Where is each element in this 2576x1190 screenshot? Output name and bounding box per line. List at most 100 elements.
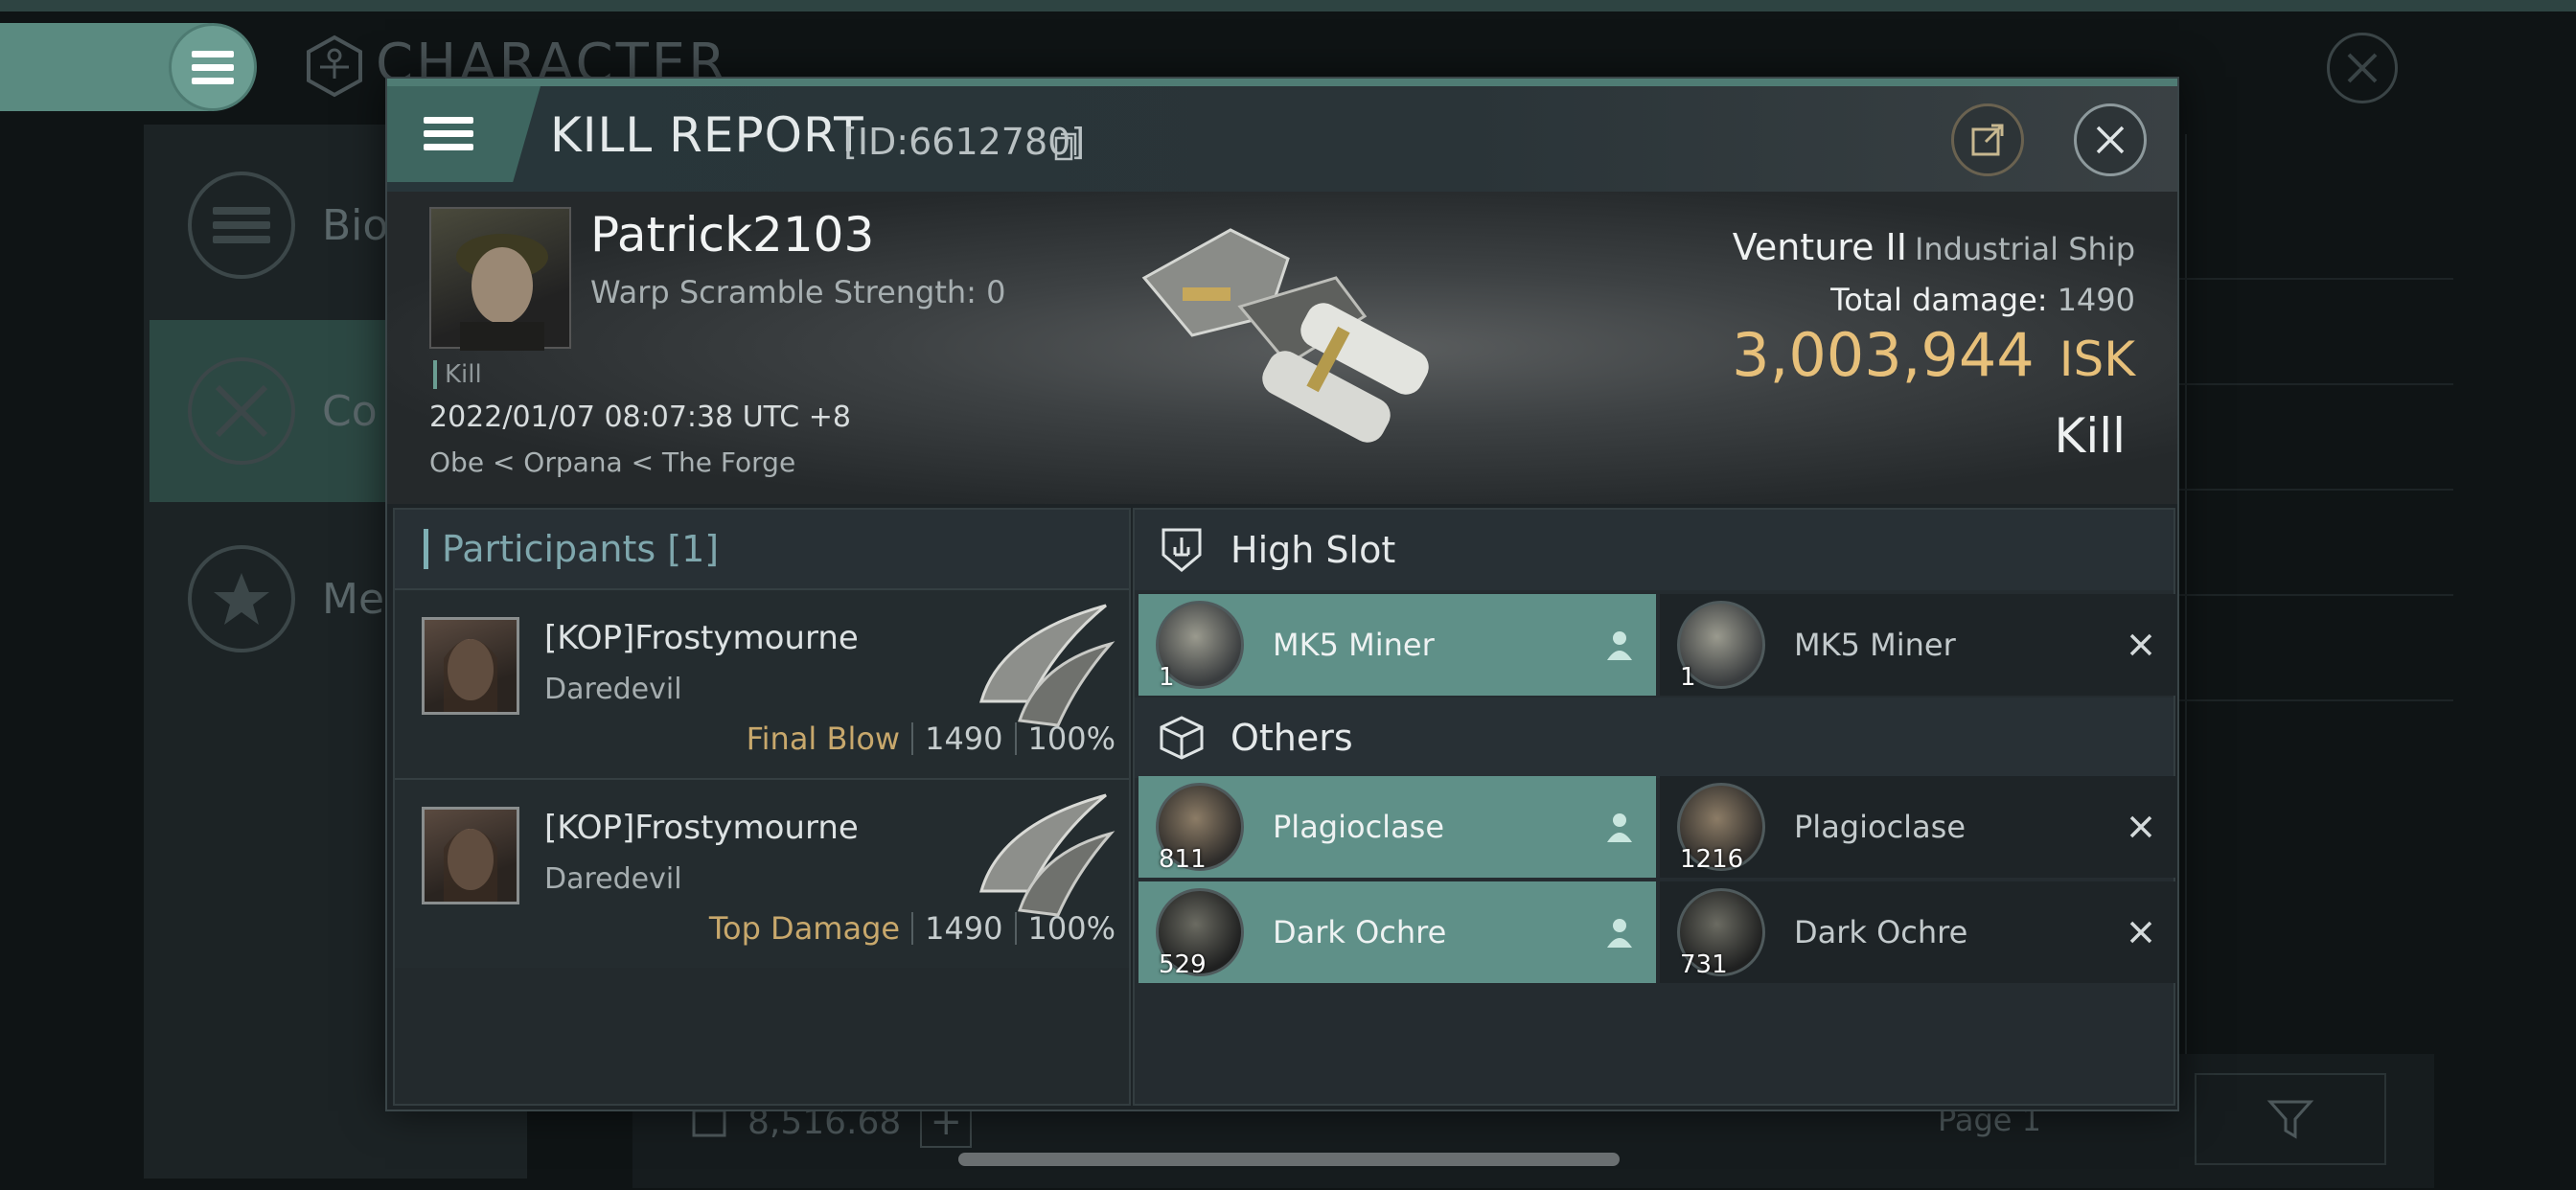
background-menu-button[interactable]	[169, 23, 257, 111]
ship-class: Industrial Ship	[1914, 231, 2135, 267]
victim-name[interactable]: Patrick2103	[590, 207, 874, 263]
high-slot-icon	[1162, 528, 1202, 572]
victim-ship[interactable]: Venture II Industrial Ship	[1733, 226, 2135, 268]
share-button[interactable]	[1951, 103, 2024, 176]
character-icon	[307, 34, 362, 98]
kill-tag: Kill	[433, 360, 482, 389]
destroyed-x-icon	[2122, 808, 2160, 846]
divider	[2166, 699, 2453, 701]
daredevil-ship-image	[979, 604, 1116, 727]
share-icon	[1971, 124, 2004, 156]
victim-portrait[interactable]	[429, 207, 571, 351]
miner-module-icon: 1	[1156, 601, 1244, 692]
divider	[1014, 912, 1017, 945]
close-icon	[2096, 126, 2125, 154]
divider	[911, 722, 914, 755]
kill-location: Obe < Orpana < The Forge	[429, 446, 796, 478]
copy-icon[interactable]	[1054, 132, 1077, 161]
participant-portrait	[422, 617, 519, 715]
person-icon	[1600, 808, 1639, 846]
modal-accent-line	[387, 79, 2177, 86]
warp-scramble-strength: Warp Scramble Strength: 0	[590, 274, 1006, 310]
others-header: Others	[1135, 698, 2174, 778]
pilot-portrait-image	[456, 234, 548, 351]
daredevil-ship-image	[979, 793, 1116, 917]
sidebar-item-label: Bio	[322, 200, 389, 250]
isk-value: 3,003,944 ISK	[1732, 320, 2135, 390]
high-slot-header: High Slot	[1135, 510, 2174, 590]
ship-name: Venture II	[1732, 226, 1907, 268]
top-status-line	[0, 0, 2576, 11]
participant-percent: 100%	[1027, 910, 1116, 947]
modal-menu-button[interactable]	[387, 86, 540, 182]
home-indicator[interactable]	[958, 1153, 1620, 1166]
divider	[1014, 722, 1017, 755]
sidebar-item-label: Co	[322, 386, 378, 436]
divider	[2166, 489, 2453, 491]
kill-summary: Patrick2103 Warp Scramble Strength: 0 Ki…	[387, 192, 2177, 504]
ore-icon: 1216	[1677, 783, 1765, 874]
modal-title: KILL REPORT	[550, 107, 864, 163]
isk-unit: ISK	[2058, 332, 2135, 387]
item-dropped[interactable]: 811 Plagioclase	[1138, 776, 1656, 878]
divider	[911, 912, 914, 945]
participant-damage: 1490	[925, 910, 1003, 947]
participant-portrait	[422, 807, 519, 904]
participants-header[interactable]: Participants [1]	[395, 510, 1129, 588]
participant-stats: Top Damage 1490 100%	[709, 910, 1116, 947]
participant-name: [KOP]Frostymourne	[544, 619, 859, 657]
item-destroyed[interactable]: 1216 Plagioclase	[1660, 776, 2177, 878]
ore-icon: 731	[1677, 888, 1765, 979]
isk-amount: 3,003,944	[1732, 320, 2035, 390]
kill-id: [ID:6612780]	[843, 121, 1086, 163]
kill-report-modal: KILL REPORT [ID:6612780] Patrick2103 War…	[385, 77, 2179, 1111]
item-quantity: 1216	[1680, 845, 1744, 874]
list-icon	[188, 172, 295, 279]
top-damage-label: Top Damage	[708, 910, 901, 947]
item-quantity: 811	[1159, 845, 1207, 874]
cargo-box-icon	[1160, 716, 1204, 760]
background-close-button[interactable]	[2327, 33, 2398, 103]
participant-ship: Daredevil	[544, 862, 682, 896]
ore-icon: 529	[1156, 888, 1244, 979]
venture-ship-image[interactable]	[1125, 211, 1451, 469]
miner-module-icon: 1	[1677, 601, 1765, 692]
item-name: MK5 Miner	[1273, 627, 1435, 663]
divider	[2166, 383, 2453, 385]
item-quantity: 1	[1159, 663, 1175, 692]
participant-name: [KOP]Frostymourne	[544, 809, 859, 847]
participant-row[interactable]: [KOP]Frostymourne Daredevil Top Damage 1…	[395, 778, 1129, 968]
item-destroyed[interactable]: 731 Dark Ochre	[1660, 881, 2177, 983]
item-quantity: 731	[1680, 950, 1728, 979]
filter-button[interactable]	[2195, 1073, 2386, 1165]
participant-row[interactable]: [KOP]Frostymourne Daredevil Final Blow 1…	[395, 588, 1129, 778]
item-destroyed[interactable]: 1 MK5 Miner	[1660, 594, 2177, 696]
destroyed-x-icon	[2122, 626, 2160, 664]
menu-icon	[424, 117, 473, 150]
star-badge-icon	[188, 545, 295, 652]
total-damage: Total damage: 1490	[1830, 282, 2135, 318]
divider	[2166, 278, 2453, 280]
person-icon	[1600, 913, 1639, 951]
close-button[interactable]	[2074, 103, 2147, 176]
item-name: Plagioclase	[1273, 809, 1445, 845]
fitting-panel: High Slot 1 MK5 Miner 1 MK5 Miner Others…	[1133, 508, 2177, 1106]
crossed-swords-icon	[188, 357, 295, 465]
item-name: Dark Ochre	[1273, 914, 1447, 950]
item-dropped[interactable]: 1 MK5 Miner	[1138, 594, 1656, 696]
high-slot-title: High Slot	[1230, 529, 1396, 571]
participant-percent: 100%	[1027, 721, 1116, 757]
item-dropped[interactable]: 529 Dark Ochre	[1138, 881, 1656, 983]
total-damage-label: Total damage:	[1830, 282, 2048, 318]
participant-ship: Daredevil	[544, 673, 682, 706]
divider	[2166, 594, 2453, 596]
participant-stats: Final Blow 1490 100%	[747, 721, 1116, 757]
filter-icon	[2266, 1100, 2314, 1139]
total-damage-value: 1490	[2057, 282, 2135, 318]
close-icon	[2347, 53, 2378, 83]
person-icon	[1600, 626, 1639, 664]
destroyed-x-icon	[2122, 913, 2160, 951]
item-name: Dark Ochre	[1794, 914, 1968, 950]
modal-header: KILL REPORT [ID:6612780]	[387, 86, 2177, 192]
item-quantity: 529	[1159, 950, 1207, 979]
